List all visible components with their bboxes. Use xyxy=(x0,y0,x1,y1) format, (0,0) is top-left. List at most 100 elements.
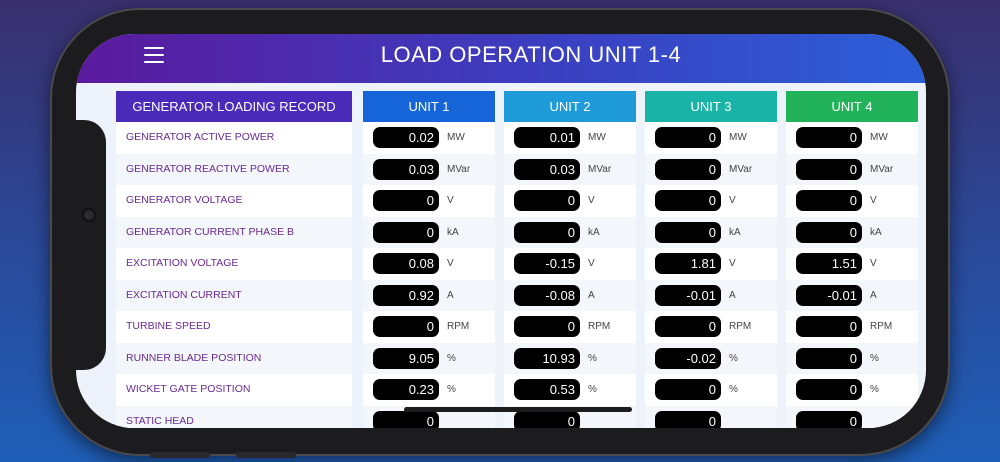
unit-of-measure: % xyxy=(588,352,597,364)
unit-header[interactable]: UNIT 1 xyxy=(363,91,495,122)
value-display: -0.01 xyxy=(796,284,862,306)
value-display: 0 xyxy=(796,190,862,211)
unit-of-measure: RPM xyxy=(729,321,752,332)
value-row: 0.03 MVar xyxy=(363,153,495,185)
value-display: 0 xyxy=(796,221,862,243)
unit-of-measure: MVar xyxy=(729,163,753,175)
phone-side-button xyxy=(236,452,296,458)
value-row: 0 kA xyxy=(645,216,777,248)
value-display: 0 xyxy=(655,158,721,180)
unit-of-measure: kA xyxy=(870,226,882,238)
unit-4-column: UNIT 4 0 MW 0 MVar 0 V 0 kA 1.51 V -0.01 A 0 RPM 0% 0% 0 xyxy=(786,91,918,428)
value-row: 10.93% xyxy=(504,342,636,374)
unit-of-measure: % xyxy=(870,384,879,395)
value-row: 0.92 A xyxy=(363,279,495,311)
value-row: 0.23% xyxy=(363,374,495,406)
value-display: 0 xyxy=(655,190,721,211)
value-display: -0.02 xyxy=(655,347,721,369)
loading-record-table: GENERATOR LOADING RECORD GENERATOR ACTIV… xyxy=(76,83,926,428)
top-app-bar: LOAD OPERATION UNIT 1-4 xyxy=(76,34,926,83)
value-row: -0.08 A xyxy=(504,279,636,311)
value-row: 0 kA xyxy=(363,216,495,248)
unit-header[interactable]: UNIT 4 xyxy=(786,91,918,122)
unit-3-column: UNIT 3 0 MW 0 MVar 0 V 0 kA 1.81 V -0.01 A 0 RPM -0.02%… xyxy=(645,91,777,428)
value-display: 0 xyxy=(514,316,580,337)
value-display: 0 xyxy=(655,379,721,400)
row-label: GENERATOR VOLTAGE xyxy=(126,194,243,206)
unit-of-measure: % xyxy=(447,384,456,395)
unit-of-measure: kA xyxy=(588,226,600,238)
phone-notch xyxy=(76,120,106,370)
unit-of-measure: MW xyxy=(588,132,606,143)
unit-of-measure: kA xyxy=(447,226,459,238)
value-row: -0.01 A xyxy=(645,279,777,311)
value-display: 0 xyxy=(514,410,580,428)
value-display: 0 xyxy=(655,410,721,428)
row-label: TURBINE SPEED xyxy=(126,320,211,332)
unit-of-measure: MW xyxy=(729,132,747,143)
value-display: 0.92 xyxy=(373,284,439,306)
unit-of-measure: A xyxy=(729,289,736,301)
value-display: 0 xyxy=(796,410,862,428)
unit-of-measure: MVar xyxy=(447,163,471,175)
value-row: 0 RPM xyxy=(363,311,495,343)
unit-of-measure: V xyxy=(870,258,877,269)
value-row: 9.05% xyxy=(363,342,495,374)
row-label: EXCITATION VOLTAGE xyxy=(126,257,239,269)
value-display: 0 xyxy=(796,347,862,369)
row-labels-column: GENERATOR LOADING RECORD GENERATOR ACTIV… xyxy=(116,91,352,428)
unit-2-column: UNIT 2 0.01 MW 0.03 MVar 0 V 0 kA -0.15 V -0.08 A 0 RP… xyxy=(504,91,636,428)
value-display: 0 xyxy=(796,379,862,400)
menu-icon[interactable] xyxy=(144,47,164,63)
app-screen: LOAD OPERATION UNIT 1-4 GENERATOR LOADIN… xyxy=(76,34,926,428)
unit-of-measure: A xyxy=(588,289,595,301)
value-display: 10.93 xyxy=(514,347,580,369)
unit-of-measure: V xyxy=(447,195,454,206)
value-display: -0.08 xyxy=(514,284,580,306)
value-row: 0V xyxy=(363,185,495,217)
row-label: STATIC HEAD xyxy=(116,405,352,428)
unit-of-measure: MW xyxy=(447,132,465,143)
value-display: -0.01 xyxy=(655,284,721,306)
unit-of-measure: A xyxy=(870,289,877,301)
value-display: 1.51 xyxy=(796,253,862,274)
unit-of-measure: V xyxy=(588,258,595,269)
labels-header: GENERATOR LOADING RECORD xyxy=(116,91,352,122)
value-row: 0 xyxy=(786,405,918,428)
unit-of-measure: % xyxy=(588,384,597,395)
unit-of-measure: V xyxy=(729,195,736,206)
value-row: -0.02% xyxy=(645,342,777,374)
unit-header[interactable]: UNIT 2 xyxy=(504,91,636,122)
unit-of-measure: % xyxy=(447,352,456,364)
unit-of-measure: MW xyxy=(870,132,888,143)
unit-of-measure: % xyxy=(729,384,738,395)
unit-of-measure: V xyxy=(588,195,595,206)
value-row: 1.51 V xyxy=(786,248,918,280)
row-label: GENERATOR ACTIVE POWER xyxy=(126,131,275,143)
value-display: 0.03 xyxy=(373,158,439,180)
unit-of-measure: % xyxy=(870,352,879,364)
unit-of-measure: A xyxy=(447,289,454,301)
value-display: 1.81 xyxy=(655,253,721,274)
value-display: 0 xyxy=(373,316,439,337)
value-display: 0 xyxy=(373,190,439,211)
unit-header[interactable]: UNIT 3 xyxy=(645,91,777,122)
value-row: 0.02 MW xyxy=(363,122,495,154)
unit-of-measure: MVar xyxy=(870,163,894,175)
value-row: 0% xyxy=(786,374,918,406)
value-row: 0 MW xyxy=(786,122,918,154)
home-indicator[interactable] xyxy=(404,407,632,412)
unit-of-measure: RPM xyxy=(588,321,611,332)
unit-of-measure: V xyxy=(729,258,736,269)
value-row: 0 MVar xyxy=(786,153,918,185)
value-row: 0% xyxy=(645,374,777,406)
value-display: 0.23 xyxy=(373,379,439,400)
value-row: -0.01 A xyxy=(786,279,918,311)
unit-1-column: UNIT 1 0.02 MW 0.03 MVar 0 V 0 kA 0.08 V 0.92 A 0 RPM 9… xyxy=(363,91,495,428)
value-row: 0.08 V xyxy=(363,248,495,280)
value-display: 0 xyxy=(655,316,721,337)
value-display: 0 xyxy=(373,221,439,243)
value-display: 0 xyxy=(514,190,580,211)
value-row: 0 kA xyxy=(504,216,636,248)
value-row: 0 MW xyxy=(645,122,777,154)
